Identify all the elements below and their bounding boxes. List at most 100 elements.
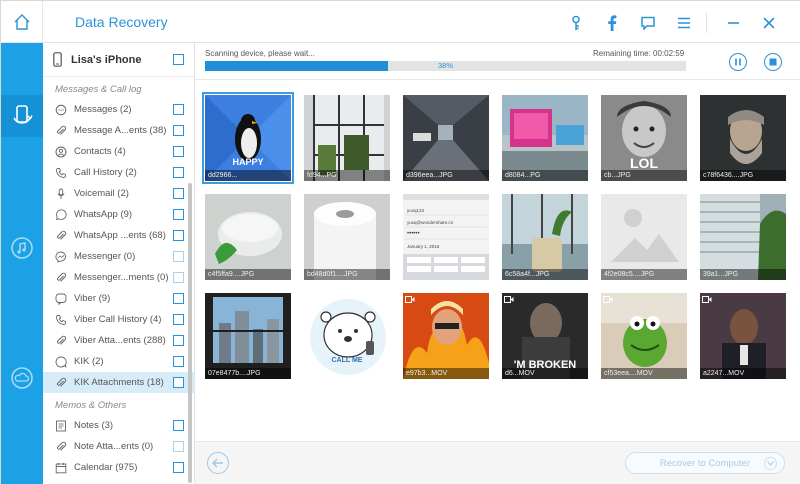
stop-button[interactable] bbox=[764, 53, 782, 71]
feedback-button[interactable] bbox=[630, 12, 666, 34]
bottom-bar: Recover to Computer bbox=[195, 441, 800, 484]
rail-icloud-recovery[interactable] bbox=[1, 357, 43, 399]
category-checkbox[interactable] bbox=[173, 272, 184, 283]
phone-device-icon bbox=[53, 52, 62, 67]
thumbnail[interactable]: HAPPY dd2966... bbox=[202, 92, 294, 184]
menu-button[interactable] bbox=[666, 12, 702, 34]
category-item[interactable]: Calendar (975) bbox=[43, 457, 194, 478]
tree-scrollbar[interactable] bbox=[188, 183, 192, 483]
kermit-picture bbox=[601, 293, 687, 379]
image-placeholder-icon bbox=[601, 194, 687, 280]
category-label: KIK Attachments (18) bbox=[74, 377, 164, 388]
category-checkbox[interactable] bbox=[173, 104, 184, 115]
thumbnail-caption: 39a1...JPG bbox=[700, 269, 786, 280]
chat-icon bbox=[641, 16, 655, 30]
category-checkbox[interactable] bbox=[173, 167, 184, 178]
thumbnail[interactable]: fd94...PG bbox=[304, 95, 390, 181]
device-row[interactable]: Lisa's iPhone bbox=[43, 43, 194, 77]
category-checkbox[interactable] bbox=[173, 356, 184, 367]
back-button[interactable] bbox=[207, 452, 229, 474]
category-item[interactable]: KIK Attachments (18) bbox=[43, 372, 194, 393]
container-picture bbox=[205, 194, 291, 280]
thumbnail[interactable]: a2247...MOV bbox=[700, 293, 786, 379]
category-item[interactable]: Messenger...ments (0) bbox=[43, 267, 194, 288]
category-item[interactable]: Viber Atta...ents (288) bbox=[43, 330, 194, 351]
thumbnail[interactable]: yuxq123 yuxq@wondershare.cn •••••• Janua… bbox=[403, 194, 489, 280]
pause-icon bbox=[735, 58, 741, 66]
close-button[interactable] bbox=[751, 12, 787, 34]
category-item[interactable]: Viber (9) bbox=[43, 288, 194, 309]
category-checkbox[interactable] bbox=[173, 462, 184, 473]
thumbnail[interactable]: CALL ME bbox=[304, 293, 390, 379]
thumbnail[interactable]: 6c58a4f...JPG bbox=[502, 194, 588, 280]
category-item[interactable]: Message A...ents (38) bbox=[43, 120, 194, 141]
header-divider bbox=[195, 79, 800, 80]
thumbnail[interactable]: 'M BROKEN d6...MOV bbox=[502, 293, 588, 379]
thumbnail[interactable]: cf53eea....MOV bbox=[601, 293, 687, 379]
thumbnail[interactable]: d8084...PG bbox=[502, 95, 588, 181]
category-checkbox[interactable] bbox=[173, 125, 184, 136]
category-checkbox[interactable] bbox=[173, 420, 184, 431]
thumbnail[interactable]: e97b3...MOV bbox=[403, 293, 489, 379]
category-item[interactable]: Contacts (4) bbox=[43, 141, 194, 162]
thumbnail[interactable]: 4f2e08c5....JPG bbox=[601, 194, 687, 280]
thumbnail[interactable]: bd48d0f1....JPG bbox=[304, 194, 390, 280]
category-checkbox[interactable] bbox=[173, 188, 184, 199]
paperclip-icon bbox=[55, 272, 67, 284]
rail-device-recovery[interactable] bbox=[1, 95, 43, 137]
device-checkbox[interactable] bbox=[173, 54, 184, 65]
rail-itunes-recovery[interactable] bbox=[1, 227, 43, 269]
category-label: Voicemail (2) bbox=[74, 188, 129, 199]
category-item[interactable]: Notes (3) bbox=[43, 415, 194, 436]
thumbnail[interactable]: LOL cb...JPG bbox=[601, 95, 687, 181]
category-item[interactable]: Voicemail (2) bbox=[43, 183, 194, 204]
category-checkbox[interactable] bbox=[173, 314, 184, 325]
key-button[interactable] bbox=[558, 12, 594, 34]
thumbnail-caption: dd2966... bbox=[205, 170, 291, 181]
category-checkbox[interactable] bbox=[173, 146, 184, 157]
progress-percent: 38% bbox=[437, 61, 453, 70]
category-checkbox[interactable] bbox=[173, 251, 184, 262]
category-item[interactable]: Messenger (0) bbox=[43, 246, 194, 267]
category-checkbox[interactable] bbox=[173, 335, 184, 346]
note-icon bbox=[55, 420, 67, 432]
video-badge-icon bbox=[504, 296, 514, 303]
category-item[interactable]: KIK (2) bbox=[43, 351, 194, 372]
paperclip-icon bbox=[55, 230, 67, 242]
scan-progress-bar: 38% bbox=[205, 61, 686, 71]
category-item[interactable]: WhatsApp (9) bbox=[43, 204, 194, 225]
category-item[interactable]: Messages (2) bbox=[43, 99, 194, 120]
category-checkbox[interactable] bbox=[173, 377, 184, 388]
device-name: Lisa's iPhone bbox=[71, 53, 142, 66]
pause-button[interactable] bbox=[729, 53, 747, 71]
whatsapp-icon bbox=[55, 208, 67, 221]
thumbnail[interactable]: 07e8477b....JPG bbox=[205, 293, 291, 379]
category-item[interactable]: Note Atta...ents (0) bbox=[43, 436, 194, 457]
category-label: Viber Call History (4) bbox=[74, 314, 162, 325]
chat-bubble-icon bbox=[55, 104, 67, 116]
thumbnail[interactable]: d396eea...JPG bbox=[403, 95, 489, 181]
thumbnail-caption: 4f2e08c5....JPG bbox=[601, 269, 687, 280]
left-rail bbox=[1, 43, 43, 484]
thumbnail[interactable]: c4f5ffa9....JPG bbox=[205, 194, 291, 280]
recover-to-computer-button[interactable]: Recover to Computer bbox=[625, 452, 785, 474]
window-blinds-picture bbox=[700, 194, 786, 280]
minimize-button[interactable] bbox=[715, 12, 751, 34]
facebook-button[interactable] bbox=[594, 12, 630, 34]
home-icon bbox=[14, 14, 29, 30]
category-item[interactable]: Call History (2) bbox=[43, 162, 194, 183]
recover-options-button[interactable] bbox=[764, 457, 777, 470]
thumbnail[interactable]: c78f6436....JPG bbox=[700, 95, 786, 181]
app-window: Data Recovery Lisa's iPhone Messages & C… bbox=[0, 0, 800, 484]
category-item[interactable]: WhatsApp ...ents (68) bbox=[43, 225, 194, 246]
category-checkbox[interactable] bbox=[173, 230, 184, 241]
category-item[interactable]: Viber Call History (4) bbox=[43, 309, 194, 330]
thumbnail[interactable]: 39a1...JPG bbox=[700, 194, 786, 280]
home-button[interactable] bbox=[1, 1, 43, 43]
viber-icon bbox=[55, 293, 67, 305]
category-checkbox[interactable] bbox=[173, 441, 184, 452]
category-checkbox[interactable] bbox=[173, 209, 184, 220]
category-checkbox[interactable] bbox=[173, 293, 184, 304]
window-view-picture bbox=[304, 95, 390, 181]
cloud-icon bbox=[11, 367, 33, 389]
